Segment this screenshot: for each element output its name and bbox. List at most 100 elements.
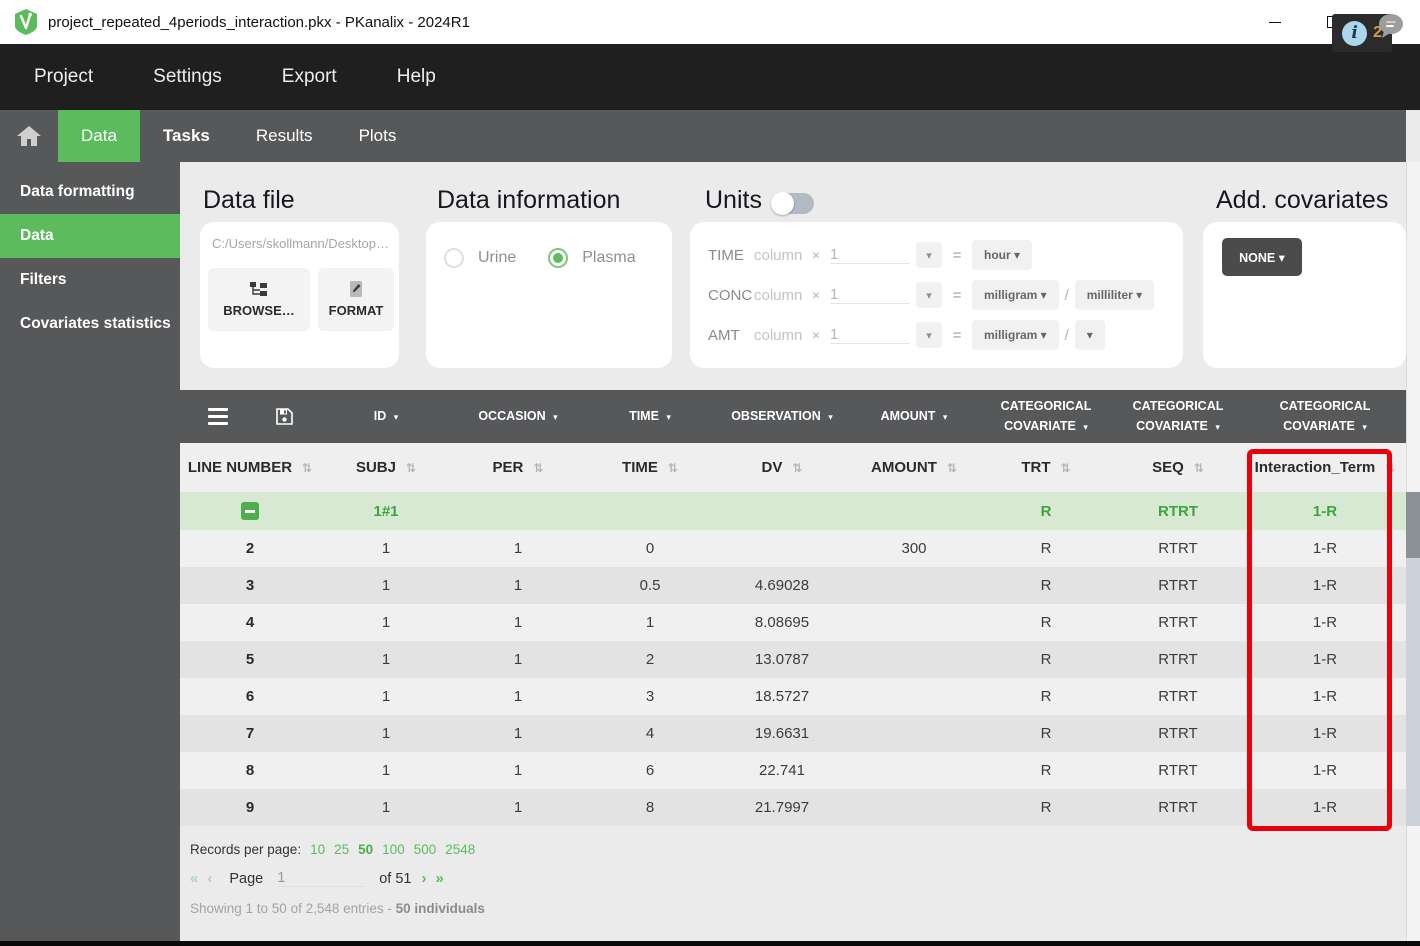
urine-radio[interactable]: [444, 248, 464, 268]
table-cell: 13.0787: [754, 651, 810, 668]
table-row[interactable]: 9 1 1 8 21.7997 R RTRT 1-R: [180, 789, 1406, 826]
chat-bubble-icon: [1379, 14, 1403, 38]
unit-column-dropdown[interactable]: ▾: [916, 242, 942, 268]
unit-denominator-dropdown[interactable]: milliliter ▾: [1074, 280, 1155, 310]
table-row[interactable]: 3 1 1 0.5 4.69028 R RTRT 1-R: [180, 567, 1406, 604]
group-header-observation[interactable]: OBSERVATION ▾: [716, 390, 848, 443]
table-row[interactable]: 4 1 1 1 8.08695 R RTRT 1-R: [180, 604, 1406, 641]
table-row[interactable]: 5 1 1 2 13.0787 R RTRT 1-R: [180, 641, 1406, 678]
unit-multiplier-input[interactable]: [830, 246, 910, 264]
table-group-header: ID ▾ OCCASION ▾ TIME ▾ OBSERVATION ▾ AMOUNT …: [180, 390, 1406, 443]
page-count-label: of 51: [379, 870, 412, 887]
records-per-page-option-500[interactable]: 500: [414, 842, 437, 857]
home-button[interactable]: [0, 110, 58, 162]
table-cell: 21.7997: [754, 799, 810, 816]
column-header-per[interactable]: PER ⇅: [452, 443, 584, 492]
unit-multiplier-input[interactable]: [830, 326, 910, 344]
table-scrollbar-thumb[interactable]: [1406, 492, 1420, 558]
collapse-row-icon[interactable]: [241, 502, 259, 520]
page-input[interactable]: [277, 870, 366, 887]
title-bar: project_repeated_4periods_interaction.pk…: [0, 0, 1420, 44]
column-header-subj[interactable]: SUBJ ⇅: [320, 443, 452, 492]
column-header-dv[interactable]: DV ⇅: [716, 443, 848, 492]
table-scrollbar[interactable]: [1406, 492, 1420, 826]
table-cell: 1#1: [373, 502, 399, 520]
table-menu-icon[interactable]: [207, 407, 228, 426]
add-covariates-title: Add. covariates: [1216, 186, 1389, 214]
records-per-page-option-25[interactable]: 25: [334, 842, 349, 857]
table-cell: RTRT: [1158, 688, 1198, 705]
main-content: Data file C:/Users/skollmann/Desktop… BR…: [180, 162, 1406, 941]
records-per-page-option-2548[interactable]: 2548: [445, 842, 475, 857]
table-row[interactable]: 7 1 1 4 19.6631 R RTRT 1-R: [180, 715, 1406, 752]
group-header-id[interactable]: ID ▾: [320, 390, 452, 443]
feedback-button[interactable]: [1376, 11, 1406, 46]
pkanalix-logo-icon: [15, 9, 37, 35]
group-header-time[interactable]: TIME ▾: [584, 390, 716, 443]
menu-project[interactable]: Project: [34, 66, 93, 88]
tab-data[interactable]: Data: [58, 110, 140, 162]
prev-page-button[interactable]: ‹: [207, 870, 212, 887]
group-header-line: COVARIATE ▾: [1004, 418, 1088, 433]
sidebar-item-data-formatting[interactable]: Data formatting: [0, 170, 180, 214]
format-button[interactable]: FORMAT: [318, 268, 394, 331]
unit-row-label: AMT: [708, 326, 740, 344]
column-header-interaction_term[interactable]: Interaction_Term ⇅: [1244, 443, 1406, 492]
plasma-radio[interactable]: [548, 248, 569, 268]
unit-column-dropdown[interactable]: ▾: [916, 322, 942, 348]
table-cell: R: [1040, 577, 1052, 594]
group-header-categorical-covariate[interactable]: CATEGORICAL COVARIATE ▾: [1112, 390, 1244, 443]
unit-dropdown-hour[interactable]: hour ▾: [972, 240, 1033, 270]
records-per-page-option-100[interactable]: 100: [382, 842, 405, 857]
unit-denominator-dropdown[interactable]: ▾: [1074, 320, 1105, 350]
table-row[interactable]: 8 1 1 6 22.741 R RTRT 1-R: [180, 752, 1406, 789]
table-cell: 1-R: [1312, 651, 1338, 668]
unit-column-dropdown[interactable]: ▾: [916, 282, 942, 308]
unit-multiplier-input[interactable]: [830, 286, 910, 304]
table-cell: 3: [645, 688, 655, 705]
column-header-time[interactable]: TIME ⇅: [584, 443, 716, 492]
column-header-line-number[interactable]: LINE NUMBER ⇅: [180, 443, 320, 492]
table-cell: 1-R: [1312, 688, 1338, 705]
table-cell: 8: [645, 799, 655, 816]
column-header-trt[interactable]: TRT ⇅: [980, 443, 1112, 492]
menu-settings[interactable]: Settings: [153, 66, 222, 88]
table-row[interactable]: 6 1 1 3 18.5727 R RTRT 1-R: [180, 678, 1406, 715]
sort-icon: ⇅: [792, 460, 803, 475]
save-icon[interactable]: [275, 408, 293, 425]
group-header-categorical-covariate[interactable]: CATEGORICAL COVARIATE ▾: [980, 390, 1112, 443]
minimize-button[interactable]: [1246, 0, 1304, 44]
sort-icon: ⇅: [667, 460, 678, 475]
tab-results[interactable]: Results: [233, 110, 336, 162]
sidebar-item-covariates-statistics[interactable]: Covariates statistics: [0, 302, 180, 346]
menu-export[interactable]: Export: [282, 66, 337, 88]
units-row-amt: AMT column × ▾ = milligram ▾ / ▾: [708, 320, 1105, 350]
first-page-button[interactable]: «: [190, 870, 198, 887]
table-cell: R: [1040, 651, 1052, 668]
records-per-page-option-10[interactable]: 10: [310, 842, 325, 857]
table-cell: 1: [381, 540, 391, 557]
table-cell: RTRT: [1158, 762, 1198, 779]
covariates-none-dropdown[interactable]: NONE ▾: [1222, 238, 1302, 276]
menu-help[interactable]: Help: [397, 66, 436, 88]
next-page-button[interactable]: ›: [421, 870, 426, 887]
sidebar-item-filters[interactable]: Filters: [0, 258, 180, 302]
group-header-amount[interactable]: AMOUNT ▾: [848, 390, 980, 443]
unit-dropdown-milligram[interactable]: milligram ▾: [972, 320, 1059, 350]
table-row[interactable]: 2 1 1 0 300 R RTRT 1-R: [180, 530, 1406, 567]
column-header-amount[interactable]: AMOUNT ⇅: [848, 443, 980, 492]
table-cell: 3: [245, 577, 255, 594]
group-header-categorical-covariate[interactable]: CATEGORICAL COVARIATE ▾: [1244, 390, 1406, 443]
group-header-occasion[interactable]: OCCASION ▾: [452, 390, 584, 443]
sidebar-item-data[interactable]: Data: [0, 214, 180, 258]
table-cell: 7: [245, 725, 255, 742]
browse-button[interactable]: BROWSE…: [208, 268, 310, 331]
last-page-button[interactable]: »: [435, 870, 443, 887]
tab-plots[interactable]: Plots: [336, 110, 420, 162]
units-toggle[interactable]: [771, 192, 814, 215]
tab-tasks[interactable]: Tasks: [140, 110, 233, 162]
unit-dropdown-milligram[interactable]: milligram ▾: [972, 280, 1059, 310]
records-per-page-option-50[interactable]: 50: [358, 842, 373, 857]
column-header-seq[interactable]: SEQ ⇅: [1112, 443, 1244, 492]
table-cell: [584, 492, 716, 530]
